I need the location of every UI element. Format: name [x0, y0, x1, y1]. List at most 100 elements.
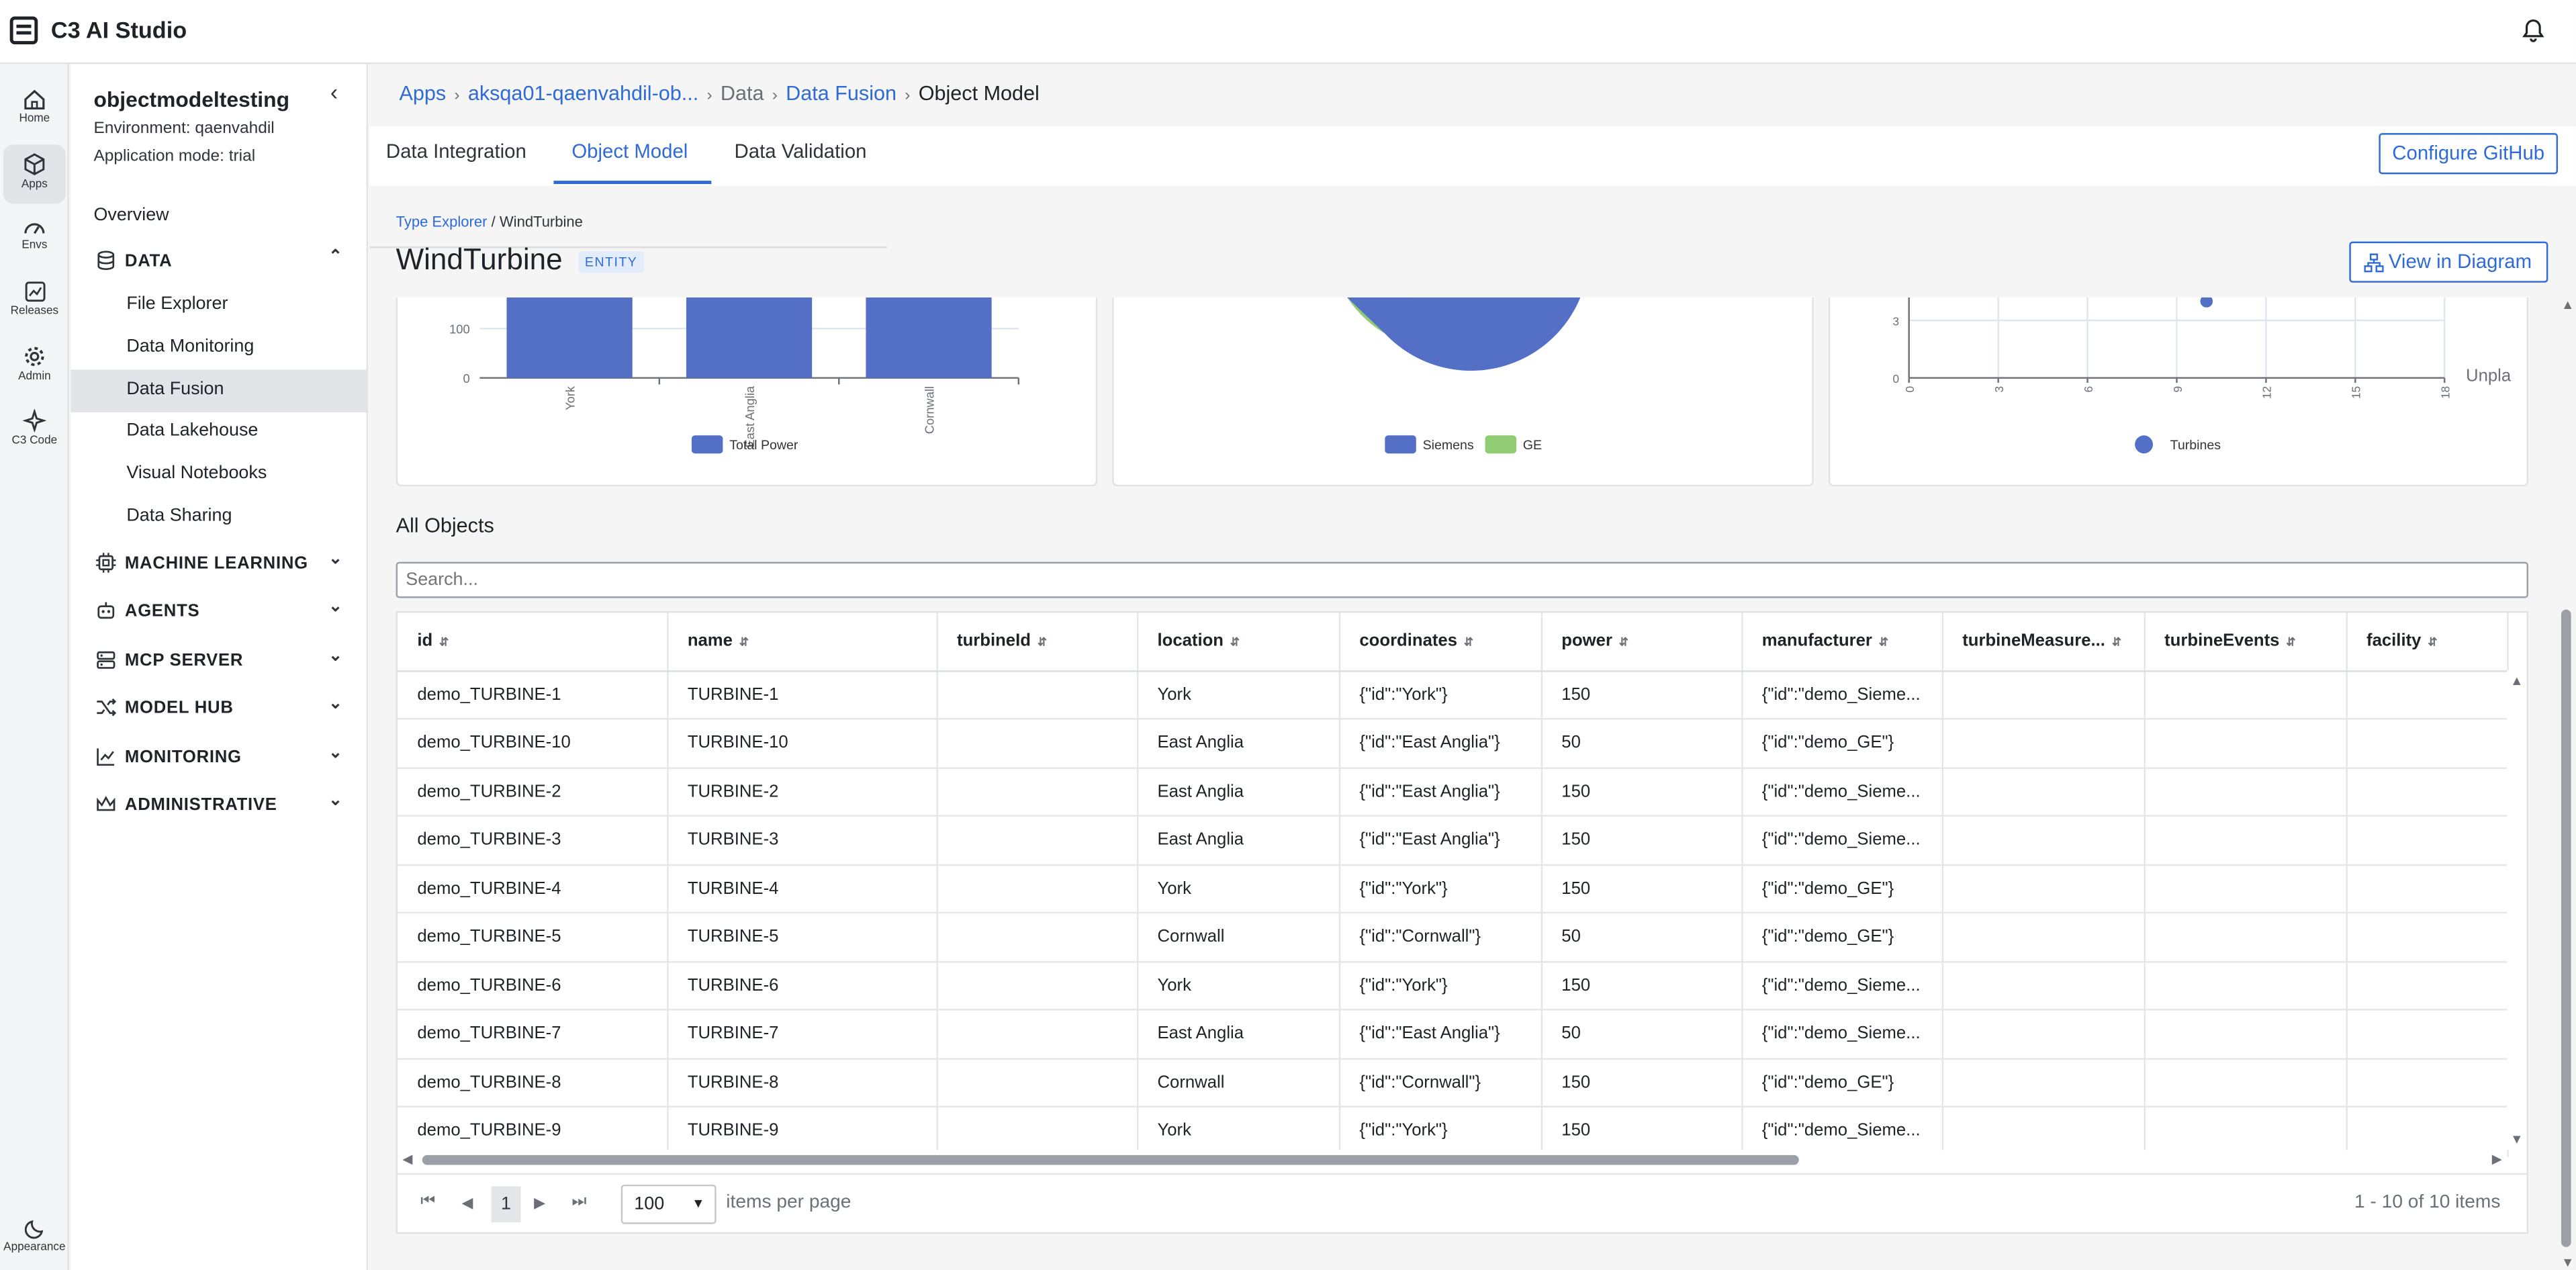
sort-icon[interactable]: ⇵ — [2286, 638, 2295, 649]
rail-releases[interactable]: Releases — [3, 273, 66, 332]
section-monitoring[interactable]: MONITORING ⌄ — [71, 736, 366, 779]
page-scroll-down-icon[interactable]: ▼ — [2561, 1255, 2574, 1270]
rail-home[interactable]: Home — [3, 81, 66, 140]
sort-icon[interactable]: ⇵ — [1879, 638, 1888, 649]
column-header[interactable]: name ⇵ — [667, 613, 937, 672]
section-administrative[interactable]: ADMINISTRATIVE ⌄ — [71, 784, 366, 827]
sort-icon[interactable]: ⇵ — [1619, 638, 1628, 649]
legend-label: Turbines — [2170, 438, 2221, 453]
rail-c3code[interactable]: C3 Code — [3, 401, 66, 460]
rail-envs[interactable]: Envs — [3, 209, 66, 268]
rail-appearance[interactable]: Appearance — [3, 1210, 66, 1269]
horizontal-scrollbar[interactable]: ◀ ▶ — [398, 1150, 2508, 1170]
application-mode-label: Application mode: trial — [93, 148, 256, 167]
table-cell — [936, 864, 1138, 914]
column-header[interactable]: turbineEvents ⇵ — [2144, 613, 2347, 672]
page-scroll-thumb[interactable] — [2561, 609, 2571, 1247]
scroll-down-icon[interactable]: ▼ — [2510, 1132, 2523, 1147]
y-tick-label: 3 — [1893, 315, 1900, 328]
last-page-icon[interactable]: ⏭ — [571, 1193, 586, 1211]
column-header[interactable]: turbineMeasure... ⇵ — [1941, 613, 2145, 672]
first-page-icon[interactable]: ⏮ — [420, 1193, 435, 1211]
breadcrumb-data-fusion[interactable]: Data Fusion — [786, 82, 896, 105]
table-row[interactable]: demo_TURBINE-5 TURBINE-5 Cornwall {"id":"Co… — [398, 912, 2508, 962]
table-row[interactable]: demo_TURBINE-8 TURBINE-8 Cornwall {"id":"Co… — [398, 1058, 2508, 1107]
next-page-icon[interactable]: ▶ — [534, 1195, 545, 1213]
nav-data-fusion[interactable]: Data Fusion — [71, 369, 367, 413]
section-model-hub[interactable]: MODEL HUB ⌄ — [71, 687, 366, 730]
rail-admin[interactable]: Admin — [3, 337, 66, 396]
table-row[interactable]: demo_TURBINE-10 TURBINE-10 East Anglia {"id… — [398, 719, 2508, 768]
view-in-diagram-button[interactable]: View in Diagram — [2349, 241, 2548, 283]
page-number[interactable]: 1 — [491, 1186, 521, 1223]
horizontal-scroll-thumb[interactable] — [422, 1154, 1799, 1165]
tab-data-integration[interactable]: Data Integration — [386, 140, 526, 163]
nav-overview[interactable]: Overview — [71, 195, 366, 238]
configure-github-button[interactable]: Configure GitHub — [2379, 133, 2559, 175]
nav-visual-notebooks-label: Visual Notebooks — [126, 463, 267, 484]
table-cell: York — [1136, 961, 1340, 1011]
column-header[interactable]: facility ⇵ — [2346, 613, 2508, 672]
table-cell: {"id":"York"} — [1338, 864, 1542, 914]
table-row[interactable]: demo_TURBINE-1 TURBINE-1 York {"id":"York"}… — [398, 670, 2508, 720]
nav-file-explorer[interactable]: File Explorer — [71, 284, 366, 327]
column-header[interactable]: turbineId ⇵ — [936, 613, 1138, 672]
rail-admin-label: Admin — [18, 371, 51, 383]
page-scrollbar[interactable]: ▲ ▼ — [2557, 298, 2576, 1270]
table-cell: East Anglia — [1136, 719, 1340, 768]
column-header[interactable]: manufacturer ⇵ — [1741, 613, 1943, 672]
table-cell — [2346, 719, 2508, 768]
section-machine-learning[interactable]: MACHINE LEARNING ⌄ — [71, 542, 366, 585]
legend-label: GE — [1523, 438, 1542, 453]
table-cell: York — [1136, 670, 1340, 720]
scroll-up-icon[interactable]: ▲ — [2510, 674, 2523, 688]
sort-icon[interactable]: ⇵ — [1230, 638, 1240, 649]
type-explorer-link[interactable]: Type Explorer — [396, 214, 488, 230]
column-header[interactable]: id ⇵ — [398, 613, 668, 672]
table-row[interactable]: demo_TURBINE-3 TURBINE-3 East Anglia {"id":… — [398, 815, 2508, 866]
nav-data-lakehouse[interactable]: Data Lakehouse — [71, 411, 366, 454]
sort-icon[interactable]: ⇵ — [2428, 638, 2437, 649]
breadcrumb-apps[interactable]: Apps — [399, 82, 446, 105]
collapse-sidebar-icon[interactable]: ‹ — [330, 79, 338, 105]
table-row[interactable]: demo_TURBINE-7 TURBINE-7 East Anglia {"id":… — [398, 1009, 2508, 1059]
prev-page-icon[interactable]: ◀ — [461, 1195, 473, 1213]
tab-data-validation[interactable]: Data Validation — [735, 140, 867, 163]
app-title: C3 AI Studio — [50, 16, 187, 43]
environment-label: Environment: qaenvahdil — [93, 120, 275, 138]
table-row[interactable]: demo_TURBINE-6 TURBINE-6 York {"id":"York"}… — [398, 961, 2508, 1011]
vertical-scrollbar[interactable]: ▲ ▼ — [2507, 670, 2527, 1150]
nav-visual-notebooks[interactable]: Visual Notebooks — [71, 453, 366, 496]
rail-apps[interactable]: Apps — [3, 144, 66, 204]
search-input[interactable] — [396, 561, 2529, 598]
tab-object-model[interactable]: Object Model — [571, 140, 688, 163]
table-cell: demo_TURBINE-8 — [398, 1058, 668, 1107]
section-data[interactable]: DATA ⌃ — [71, 240, 366, 283]
bell-icon[interactable] — [2522, 18, 2544, 43]
breadcrumb-app[interactable]: aksqa01-qaenvahdil-ob... — [468, 82, 698, 105]
sort-icon[interactable]: ⇵ — [1038, 638, 1047, 649]
scroll-right-icon[interactable]: ▶ — [2492, 1152, 2502, 1167]
column-header[interactable]: location ⇵ — [1136, 613, 1340, 672]
nav-data-monitoring[interactable]: Data Monitoring — [71, 327, 366, 370]
section-mcp-server[interactable]: MCP SERVER ⌄ — [71, 639, 366, 682]
nav-data-sharing[interactable]: Data Sharing — [71, 496, 366, 539]
axis-side-label: Unpla — [2466, 367, 2512, 385]
sort-icon[interactable]: ⇵ — [1464, 638, 1473, 649]
table-row[interactable]: demo_TURBINE-2 TURBINE-2 East Anglia {"id":… — [398, 767, 2508, 817]
scroll-left-icon[interactable]: ◀ — [402, 1152, 412, 1167]
table-row[interactable]: demo_TURBINE-4 TURBINE-4 York {"id":"York"}… — [398, 864, 2508, 914]
sort-icon[interactable]: ⇵ — [2112, 638, 2121, 649]
table-cell — [1941, 670, 2145, 720]
column-header[interactable]: coordinates ⇵ — [1338, 613, 1542, 672]
page-size-select[interactable]: 100 ▼ — [620, 1184, 717, 1224]
sort-icon[interactable]: ⇵ — [739, 638, 749, 649]
section-agents[interactable]: AGENTS ⌄ — [71, 590, 366, 633]
table-cell — [1941, 961, 2145, 1011]
breadcrumb-separator: › — [706, 87, 712, 105]
table-cell — [2144, 1009, 2347, 1059]
column-header[interactable]: power ⇵ — [1540, 613, 1743, 672]
sort-icon[interactable]: ⇵ — [439, 638, 449, 649]
page-scroll-up-icon[interactable]: ▲ — [2561, 298, 2574, 312]
table-row[interactable]: demo_TURBINE-9 TURBINE-9 York {"id":"York"}… — [398, 1106, 2508, 1156]
